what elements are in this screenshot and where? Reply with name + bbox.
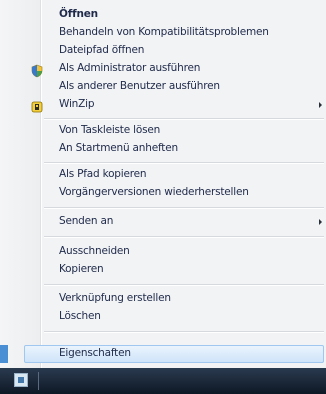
menu-item-copy[interactable]: Kopieren [0, 262, 326, 280]
menu-item-winzip[interactable]: WinZip [0, 97, 326, 115]
menu-item-label: Verknüpfung erstellen [59, 292, 171, 304]
menu-item-label: Öffnen [59, 8, 98, 20]
taskbar [0, 368, 326, 394]
menu-item-label: Dateipfad öffnen [59, 44, 145, 56]
menu-item-label: Senden an [59, 215, 114, 227]
menu-item-delete[interactable]: Löschen [0, 309, 326, 327]
taskbar-app-icon[interactable] [14, 373, 28, 387]
context-menu: Öffnen Behandeln von Kompatibilitätsprob… [0, 0, 326, 394]
menu-item-label: Als anderer Benutzer ausführen [59, 80, 220, 92]
menu-item-run-as-other-user[interactable]: Als anderer Benutzer ausführen [0, 79, 326, 97]
menu-separator [44, 331, 324, 333]
menu-item-open[interactable]: Öffnen [0, 7, 326, 25]
menu-item-label: An Startmenü anheften [59, 142, 178, 154]
menu-item-label: Löschen [59, 310, 101, 322]
menu-item-label: Als Pfad kopieren [59, 168, 147, 180]
menu-separator [44, 118, 324, 120]
menu-separator [44, 284, 324, 286]
menu-item-label: Vorgängerversionen wiederherstellen [59, 186, 249, 198]
taskbar-selection-strip [0, 345, 8, 363]
menu-item-label: Als Administrator ausführen [59, 62, 201, 74]
menu-separator [44, 162, 324, 164]
menu-item-create-shortcut[interactable]: Verknüpfung erstellen [0, 291, 326, 309]
winzip-icon [30, 99, 44, 113]
menu-item-cut[interactable]: Ausschneiden [0, 244, 326, 262]
menu-item-label: Von Taskleiste lösen [59, 124, 161, 136]
menu-item-label: Kopieren [59, 263, 104, 275]
menu-item-troubleshoot-compatibility[interactable]: Behandeln von Kompatibilitätsproblemen [0, 25, 326, 43]
menu-item-run-as-admin[interactable]: Als Administrator ausführen [0, 61, 326, 79]
menu-item-label: WinZip [59, 98, 95, 110]
menu-item-properties[interactable]: Eigenschaften [24, 345, 324, 363]
menu-item-label: Eigenschaften [59, 347, 131, 359]
uac-shield-icon [30, 63, 44, 78]
menu-item-restore-previous-versions[interactable]: Vorgängerversionen wiederherstellen [0, 185, 326, 203]
menu-item-pin-start-menu[interactable]: An Startmenü anheften [0, 141, 326, 159]
menu-item-send-to[interactable]: Senden an [0, 214, 326, 232]
menu-separator [44, 236, 324, 238]
menu-item-label: Behandeln von Kompatibilitätsproblemen [59, 26, 269, 38]
taskbar-divider [38, 372, 39, 390]
menu-item-copy-as-path[interactable]: Als Pfad kopieren [0, 167, 326, 185]
menu-item-open-file-location[interactable]: Dateipfad öffnen [0, 43, 326, 61]
menu-item-unpin-taskbar[interactable]: Von Taskleiste lösen [0, 123, 326, 141]
menu-item-label: Ausschneiden [59, 245, 130, 257]
submenu-arrow-icon [319, 219, 322, 225]
menu-separator [44, 207, 324, 209]
submenu-arrow-icon [319, 102, 322, 108]
